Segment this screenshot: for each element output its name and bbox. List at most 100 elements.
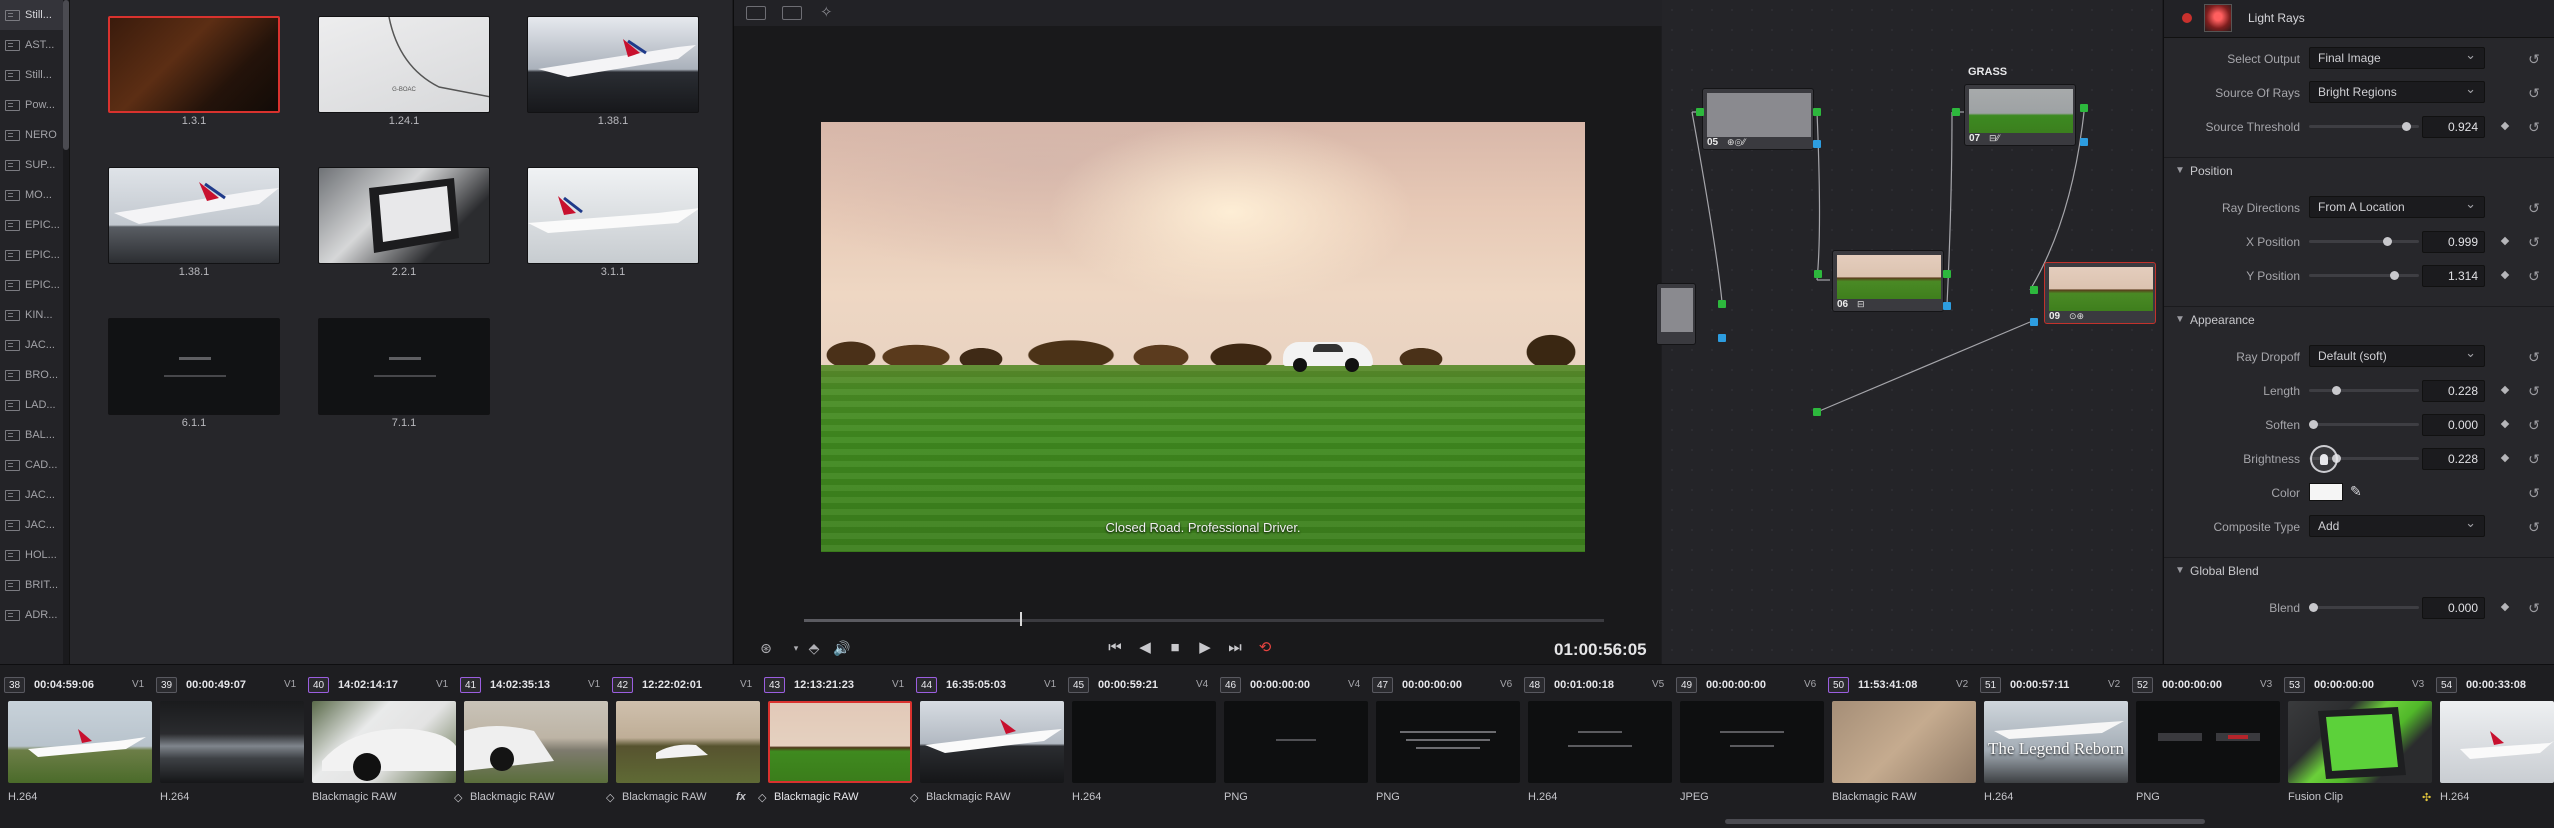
clip-thumbnail[interactable] bbox=[8, 701, 152, 783]
gallery-still[interactable] bbox=[108, 167, 280, 264]
clip-thumbnail[interactable] bbox=[1376, 701, 1520, 783]
y-position-value[interactable]: 1.314 bbox=[2422, 265, 2485, 287]
keyframe-icon[interactable] bbox=[2500, 419, 2510, 429]
album-item[interactable]: JAC... bbox=[0, 510, 69, 540]
reset-icon[interactable]: ↺ bbox=[2525, 484, 2543, 502]
play-reverse-icon[interactable]: ◀ bbox=[1134, 638, 1156, 658]
keyframe-icon[interactable] bbox=[2500, 236, 2510, 246]
album-item[interactable]: EPIC... bbox=[0, 210, 69, 240]
node-09[interactable]: 09 ⊙⊕ bbox=[2044, 262, 2156, 324]
timeline-clip[interactable]: 39 00:00:49:07 V1 H.264 bbox=[152, 665, 304, 828]
loop-icon[interactable]: ⟲ bbox=[1254, 638, 1276, 658]
reset-icon[interactable]: ↺ bbox=[2525, 599, 2543, 617]
slider-knob[interactable] bbox=[2389, 271, 2399, 280]
timeline-clip[interactable]: 52 00:00:00:00 V3 PNG bbox=[2128, 665, 2280, 828]
x-position-value[interactable]: 0.999 bbox=[2422, 231, 2485, 253]
slider-knob[interactable] bbox=[2332, 386, 2342, 395]
album-item[interactable]: Pow... bbox=[0, 90, 69, 120]
clip-thumbnail[interactable] bbox=[312, 701, 456, 783]
length-slider[interactable] bbox=[2309, 386, 2419, 395]
node-06[interactable]: 06 ⊟ bbox=[1832, 250, 1944, 312]
node-output[interactable] bbox=[1813, 108, 1821, 116]
node-output[interactable] bbox=[1813, 408, 1821, 416]
node-input[interactable] bbox=[1696, 108, 1704, 116]
brightness-value[interactable]: 0.228 bbox=[2422, 448, 2485, 470]
album-item[interactable]: HOL... bbox=[0, 540, 69, 570]
node-output[interactable] bbox=[1943, 302, 1951, 310]
chevron-down-icon[interactable]: ▼ bbox=[2175, 565, 2185, 576]
speaker-icon[interactable]: 🔊 bbox=[830, 637, 854, 659]
reset-icon[interactable]: ↺ bbox=[2525, 199, 2543, 217]
reset-icon[interactable]: ↺ bbox=[2525, 84, 2543, 102]
node-input[interactable] bbox=[1718, 300, 1726, 308]
node-input[interactable] bbox=[1952, 108, 1960, 116]
node-05[interactable]: 05 ⊕◎⁄⁄ bbox=[1702, 88, 1814, 150]
composite-type-dropdown[interactable]: Add bbox=[2309, 513, 2485, 537]
position-section[interactable]: ▼ Position bbox=[2164, 157, 2554, 185]
ray-dropoff-dropdown[interactable]: Default (soft) bbox=[2309, 343, 2485, 367]
slider-knob[interactable] bbox=[2382, 237, 2392, 246]
timeline-clip[interactable]: 53 00:00:00:00 V3 Fusion Clip bbox=[2280, 665, 2432, 828]
timeline-clip[interactable]: 51 00:00:57:11 V2 The Legend Reborn H.264 bbox=[1976, 665, 2128, 828]
timeline-clip[interactable]: 42 12:22:02:01 V1 ◇ Blackmagic RAW bbox=[606, 665, 760, 828]
node-output[interactable] bbox=[1943, 270, 1951, 278]
reset-icon[interactable]: ↺ bbox=[2525, 118, 2543, 136]
album-item[interactable]: KIN... bbox=[0, 300, 69, 330]
appearance-section[interactable]: ▼ Appearance bbox=[2164, 306, 2554, 334]
reset-icon[interactable]: ↺ bbox=[2525, 233, 2543, 251]
clip-thumbnail[interactable] bbox=[2136, 701, 2280, 783]
keyframe-icon[interactable] bbox=[2500, 453, 2510, 463]
node-input[interactable] bbox=[1814, 270, 1822, 278]
clip-thumbnail[interactable] bbox=[920, 701, 1064, 783]
gallery-still[interactable] bbox=[527, 16, 699, 113]
clip-thumbnail[interactable] bbox=[768, 701, 912, 783]
album-item[interactable]: BAL... bbox=[0, 420, 69, 450]
album-item[interactable]: BRIT... bbox=[0, 570, 69, 600]
timeline-clip[interactable]: 44 16:35:05:03 V1 ◇ Blackmagic RAW bbox=[910, 665, 1064, 828]
clip-filter-icon[interactable]: ⊛ bbox=[754, 637, 778, 659]
timeline-clip[interactable]: 47 00:00:00:00 V6 PNG bbox=[1368, 665, 1520, 828]
album-item[interactable]: CAD... bbox=[0, 450, 69, 480]
timeline-clip[interactable]: 50 11:53:41:08 V2 Blackmagic RAW bbox=[1824, 665, 1976, 828]
timeline-clip[interactable]: 38 00:04:59:06 V1 H.264 bbox=[0, 665, 152, 828]
album-item[interactable]: LAD... bbox=[0, 390, 69, 420]
timeline-clip[interactable]: 54 00:00:33:08 ✣ H.264 bbox=[2422, 665, 2554, 828]
node-output[interactable] bbox=[1718, 334, 1726, 342]
clip-thumbnail[interactable] bbox=[1224, 701, 1368, 783]
source-of-rays-dropdown[interactable]: Bright Regions bbox=[2309, 79, 2485, 103]
album-scrollbar[interactable] bbox=[63, 0, 69, 664]
keyframe-icon[interactable] bbox=[2500, 385, 2510, 395]
chevron-down-icon[interactable]: ▼ bbox=[2175, 314, 2185, 325]
layout-icon[interactable] bbox=[746, 6, 766, 20]
clip-thumbnail[interactable] bbox=[2440, 701, 2554, 783]
timeline-clip[interactable]: 41 14:02:35:13 V1 ◇ Blackmagic RAW bbox=[454, 665, 608, 828]
select-output-dropdown[interactable]: Final Image bbox=[2309, 45, 2485, 69]
scrollbar-thumb[interactable] bbox=[63, 0, 69, 150]
reset-icon[interactable]: ↺ bbox=[2525, 518, 2543, 536]
gallery-still[interactable] bbox=[108, 16, 280, 113]
clip-thumbnail[interactable] bbox=[1680, 701, 1824, 783]
clip-thumbnail[interactable] bbox=[1072, 701, 1216, 783]
timeline-clip[interactable]: 43 12:13:21:23 V1 fx ◇ Blackmagic RAW bbox=[736, 665, 912, 828]
keyframe-icon[interactable] bbox=[2500, 121, 2510, 131]
album-item[interactable]: JAC... bbox=[0, 480, 69, 510]
ray-directions-dropdown[interactable]: From A Location bbox=[2309, 194, 2485, 218]
reset-icon[interactable]: ↺ bbox=[2525, 416, 2543, 434]
play-icon[interactable]: ▶ bbox=[1194, 638, 1216, 658]
album-item[interactable]: Still... bbox=[0, 60, 69, 90]
clip-thumbnail[interactable] bbox=[1832, 701, 1976, 783]
viewer-scrubber[interactable] bbox=[804, 619, 1604, 622]
reset-icon[interactable]: ↺ bbox=[2525, 267, 2543, 285]
reset-icon[interactable]: ↺ bbox=[2525, 382, 2543, 400]
source-threshold-slider[interactable] bbox=[2309, 122, 2419, 131]
reset-icon[interactable]: ↺ bbox=[2525, 50, 2543, 68]
reset-icon[interactable]: ↺ bbox=[2525, 450, 2543, 468]
x-position-slider[interactable] bbox=[2309, 237, 2419, 246]
blend-slider[interactable] bbox=[2309, 603, 2419, 612]
skip-to-end-icon[interactable]: ⏭ bbox=[1224, 638, 1246, 658]
album-item[interactable]: BRO... bbox=[0, 360, 69, 390]
node-output[interactable] bbox=[1813, 140, 1821, 148]
clip-thumbnail[interactable] bbox=[1528, 701, 1672, 783]
source-threshold-value[interactable]: 0.924 bbox=[2422, 116, 2485, 138]
gallery-still[interactable] bbox=[527, 167, 699, 264]
